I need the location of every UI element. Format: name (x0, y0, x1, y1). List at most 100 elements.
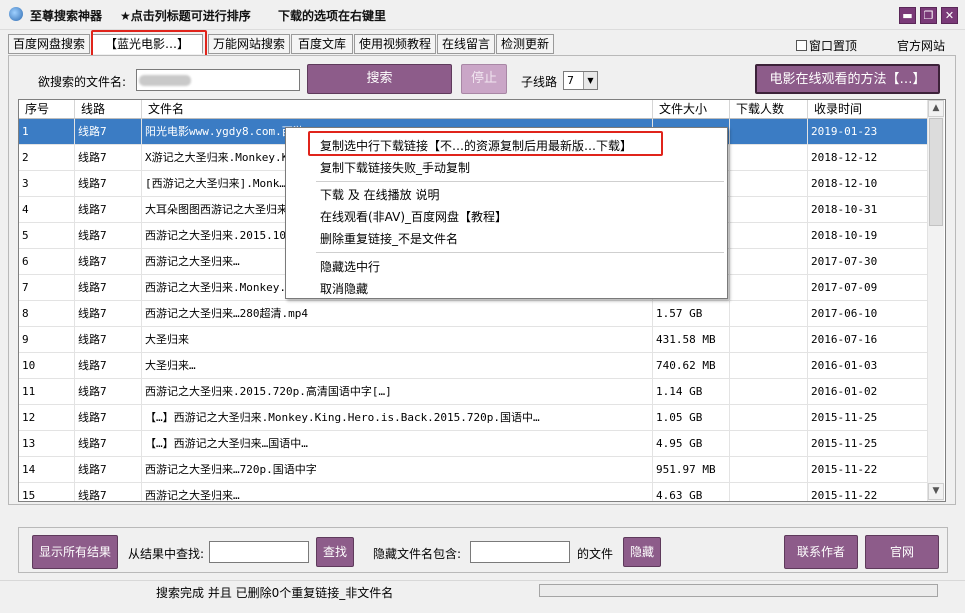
cell-size: 431.58 MB (653, 327, 730, 353)
pin-checkbox[interactable] (796, 40, 807, 51)
cell-date: 2018-10-31 (808, 197, 930, 223)
cell-no: 1 (19, 119, 75, 145)
cell-no: 14 (19, 457, 75, 483)
cell-size: 4.95 GB (653, 431, 730, 457)
cell-no: 6 (19, 249, 75, 275)
tab-universal-site[interactable]: 万能网站搜索 (208, 34, 290, 54)
cell-downloads (730, 483, 808, 501)
search-input-value (139, 75, 191, 86)
official-button[interactable]: 官网 (865, 535, 939, 569)
menu-highlight-box (308, 131, 663, 156)
tab-baidu-wenku[interactable]: 百度文库 (291, 34, 353, 54)
app-title: 至尊搜索神器 (30, 9, 103, 23)
cell-downloads (730, 119, 808, 145)
col-header-line[interactable]: 线路 (75, 100, 142, 119)
cell-line: 线路7 (75, 353, 142, 379)
cell-date: 2019-01-23 (808, 119, 930, 145)
tab-video-tutorial[interactable]: 使用视频教程 (354, 34, 436, 54)
table-row[interactable]: 10 线路7 大圣归来… 740.62 MB 2016-01-03 (19, 353, 930, 379)
cell-no: 4 (19, 197, 75, 223)
find-button[interactable]: 查找 (316, 537, 354, 567)
cell-downloads (730, 353, 808, 379)
cell-size: 740.62 MB (653, 353, 730, 379)
cell-line: 线路7 (75, 119, 142, 145)
col-header-filename[interactable]: 文件名 (142, 100, 653, 119)
cell-line: 线路7 (75, 405, 142, 431)
cell-date: 2018-12-12 (808, 145, 930, 171)
cell-line: 线路7 (75, 327, 142, 353)
cell-no: 13 (19, 431, 75, 457)
cell-date: 2017-06-10 (808, 301, 930, 327)
table-row[interactable]: 8 线路7 西游记之大圣归来…280超清.mp4 1.57 GB 2017-06-10 (19, 301, 930, 327)
find-input[interactable] (209, 541, 309, 563)
cell-no: 3 (19, 171, 75, 197)
hide-input[interactable] (470, 541, 570, 563)
contact-author-button[interactable]: 联系作者 (784, 535, 858, 569)
cell-date: 2017-07-09 (808, 275, 930, 301)
search-button[interactable]: 搜索 (307, 64, 452, 94)
chevron-down-icon[interactable]: ▼ (583, 72, 597, 89)
search-input[interactable] (136, 69, 300, 91)
cell-downloads (730, 327, 808, 353)
cell-date: 2016-01-02 (808, 379, 930, 405)
menu-manual-copy[interactable]: 复制下载链接失败_手动复制 (320, 159, 470, 176)
tab-baidu-pan[interactable]: 百度网盘搜索 (8, 34, 90, 54)
minimize-button[interactable]: ▬ (899, 7, 916, 24)
cell-line: 线路7 (75, 171, 142, 197)
scroll-thumb[interactable] (929, 118, 943, 226)
cell-size: 1.14 GB (653, 379, 730, 405)
col-header-date[interactable]: 收录时间 (808, 100, 930, 119)
vertical-scrollbar[interactable]: ▲ ▼ (927, 100, 944, 501)
cell-no: 15 (19, 483, 75, 501)
col-header-size[interactable]: 文件大小 (653, 100, 730, 119)
cell-filename: 大圣归来… (142, 353, 653, 379)
cell-filename: 西游记之大圣归来…280超清.mp4 (142, 301, 653, 327)
hide-label: 隐藏文件名包含: (373, 547, 462, 561)
close-button[interactable]: ✕ (941, 7, 958, 24)
stop-button[interactable]: 停止 (461, 64, 507, 94)
table-row[interactable]: 15 线路7 西游记之大圣归来… 4.63 GB 2015-11-22 (19, 483, 930, 501)
cell-size: 1.05 GB (653, 405, 730, 431)
cell-size: 4.63 GB (653, 483, 730, 501)
table-row[interactable]: 12 线路7 【…】西游记之大圣归来.Monkey.King.Hero.is.Bac… (19, 405, 930, 431)
download-hint: 下载的选项在右键里 (278, 9, 387, 23)
table-row[interactable]: 14 线路7 西游记之大圣归来…720p.国语中字 951.97 MB 2015-11-… (19, 457, 930, 483)
table-row[interactable]: 9 线路7 大圣归来 431.58 MB 2016-07-16 (19, 327, 930, 353)
cell-no: 7 (19, 275, 75, 301)
hide-button[interactable]: 隐藏 (623, 537, 661, 567)
cell-date: 2016-07-16 (808, 327, 930, 353)
cell-date: 2015-11-25 (808, 431, 930, 457)
subline-select[interactable]: 7 ▼ (563, 71, 598, 90)
cell-date: 2018-12-10 (808, 171, 930, 197)
app-icon (9, 7, 23, 21)
movie-online-button[interactable]: 电影在线观看的方法【…】 (755, 64, 940, 94)
cell-date: 2017-07-30 (808, 249, 930, 275)
scroll-up-icon[interactable]: ▲ (928, 100, 944, 117)
menu-download-help[interactable]: 下载 及 在线播放 说明 (320, 186, 439, 203)
tab-check-update[interactable]: 检测更新 (496, 34, 554, 54)
tab-message[interactable]: 在线留言 (437, 34, 495, 54)
official-site-link[interactable]: 官方网站 (897, 37, 945, 54)
pin-window-option[interactable]: 窗口置顶 (796, 37, 857, 54)
show-all-button[interactable]: 显示所有结果 (32, 535, 118, 569)
table-row[interactable]: 11 线路7 西游记之大圣归来.2015.720p.高清国语中字[…] 1.14 GB… (19, 379, 930, 405)
col-header-no[interactable]: 序号 (19, 100, 75, 119)
menu-unhide[interactable]: 取消隐藏 (320, 280, 368, 297)
pin-label: 窗口置顶 (809, 39, 858, 53)
cell-date: 2015-11-22 (808, 457, 930, 483)
cell-line: 线路7 (75, 223, 142, 249)
cell-filename: 西游记之大圣归来… (142, 483, 653, 501)
cell-downloads (730, 431, 808, 457)
menu-hide-row[interactable]: 隐藏选中行 (320, 258, 380, 275)
cell-line: 线路7 (75, 145, 142, 171)
tab-highlight-box (91, 30, 207, 58)
table-row[interactable]: 13 线路7 【…】西游记之大圣归来…国语中… 4.95 GB 2015-11-25 (19, 431, 930, 457)
of-file-label: 的文件 (577, 547, 614, 561)
menu-remove-duplicates[interactable]: 删除重复链接_不是文件名 (320, 230, 458, 247)
cell-line: 线路7 (75, 275, 142, 301)
restore-button[interactable]: ❐ (920, 7, 937, 24)
col-header-downloads[interactable]: 下载人数 (730, 100, 808, 119)
cell-no: 8 (19, 301, 75, 327)
menu-online-watch[interactable]: 在线观看(非AV)_百度网盘【教程】 (320, 208, 507, 225)
scroll-down-icon[interactable]: ▼ (928, 483, 944, 500)
